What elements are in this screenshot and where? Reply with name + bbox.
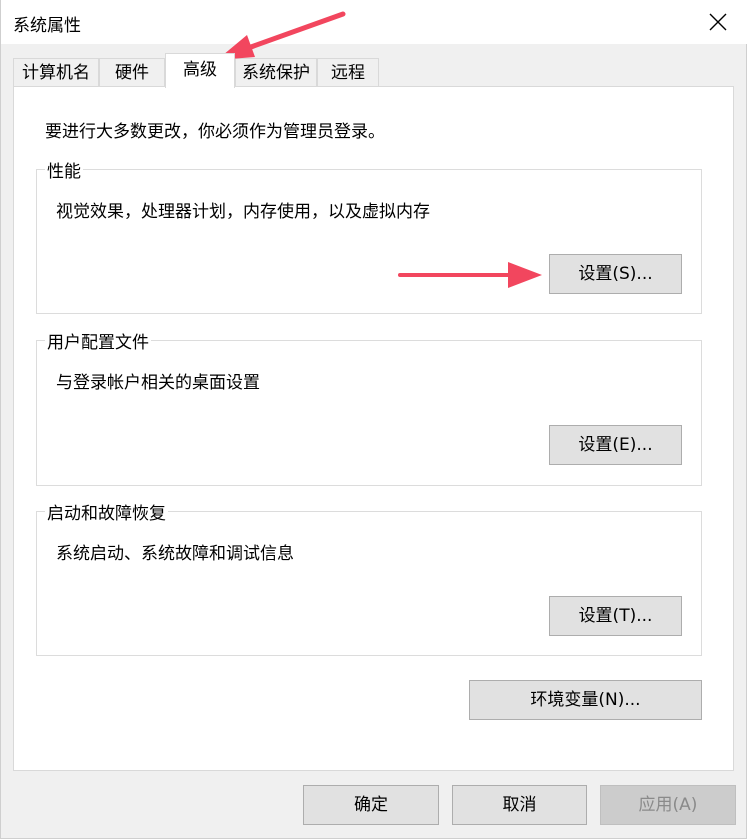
tab-system-protection[interactable]: 系统保护 (235, 58, 317, 86)
environment-variables-button[interactable]: 环境变量(N)... (469, 680, 702, 720)
apply-button[interactable]: 应用(A) (600, 785, 736, 825)
startup-recovery-title: 启动和故障恢复 (45, 499, 168, 524)
close-icon (709, 13, 727, 31)
window-title: 系统属性 (13, 16, 81, 36)
user-profiles-description: 与登录帐户相关的桌面设置 (56, 373, 260, 393)
performance-settings-button[interactable]: 设置(S)... (549, 254, 682, 294)
performance-title: 性能 (45, 157, 83, 182)
ok-button[interactable]: 确定 (303, 785, 439, 825)
user-profiles-title: 用户配置文件 (45, 328, 151, 353)
user-profiles-group: 用户配置文件 与登录帐户相关的桌面设置 设置(E)... (36, 328, 702, 486)
performance-description: 视觉效果，处理器计划，内存使用，以及虚拟内存 (56, 202, 430, 222)
cancel-button[interactable]: 取消 (452, 785, 587, 825)
performance-group: 性能 视觉效果，处理器计划，内存使用，以及虚拟内存 设置(S)... (36, 157, 702, 314)
startup-recovery-settings-button[interactable]: 设置(T)... (549, 596, 682, 636)
tab-advanced[interactable]: 高级 (165, 53, 235, 88)
advanced-tab-panel: 要进行大多数更改，你必须作为管理员登录。 性能 视觉效果，处理器计划，内存使用，… (13, 86, 734, 771)
title-bar: 系统属性 (1, 0, 747, 44)
system-properties-dialog: 系统属性 计算机名 硬件 高级 系统保护 远程 要进行大多数更改，你必须作为管理… (0, 0, 747, 839)
tab-remote[interactable]: 远程 (317, 58, 379, 86)
tab-computer-name[interactable]: 计算机名 (13, 58, 99, 86)
tab-hardware[interactable]: 硬件 (99, 58, 165, 86)
startup-recovery-group: 启动和故障恢复 系统启动、系统故障和调试信息 设置(T)... (36, 499, 702, 656)
user-profiles-settings-button[interactable]: 设置(E)... (549, 425, 682, 465)
close-button[interactable] (698, 4, 738, 40)
startup-recovery-description: 系统启动、系统故障和调试信息 (56, 544, 294, 564)
admin-note: 要进行大多数更改，你必须作为管理员登录。 (45, 122, 385, 142)
